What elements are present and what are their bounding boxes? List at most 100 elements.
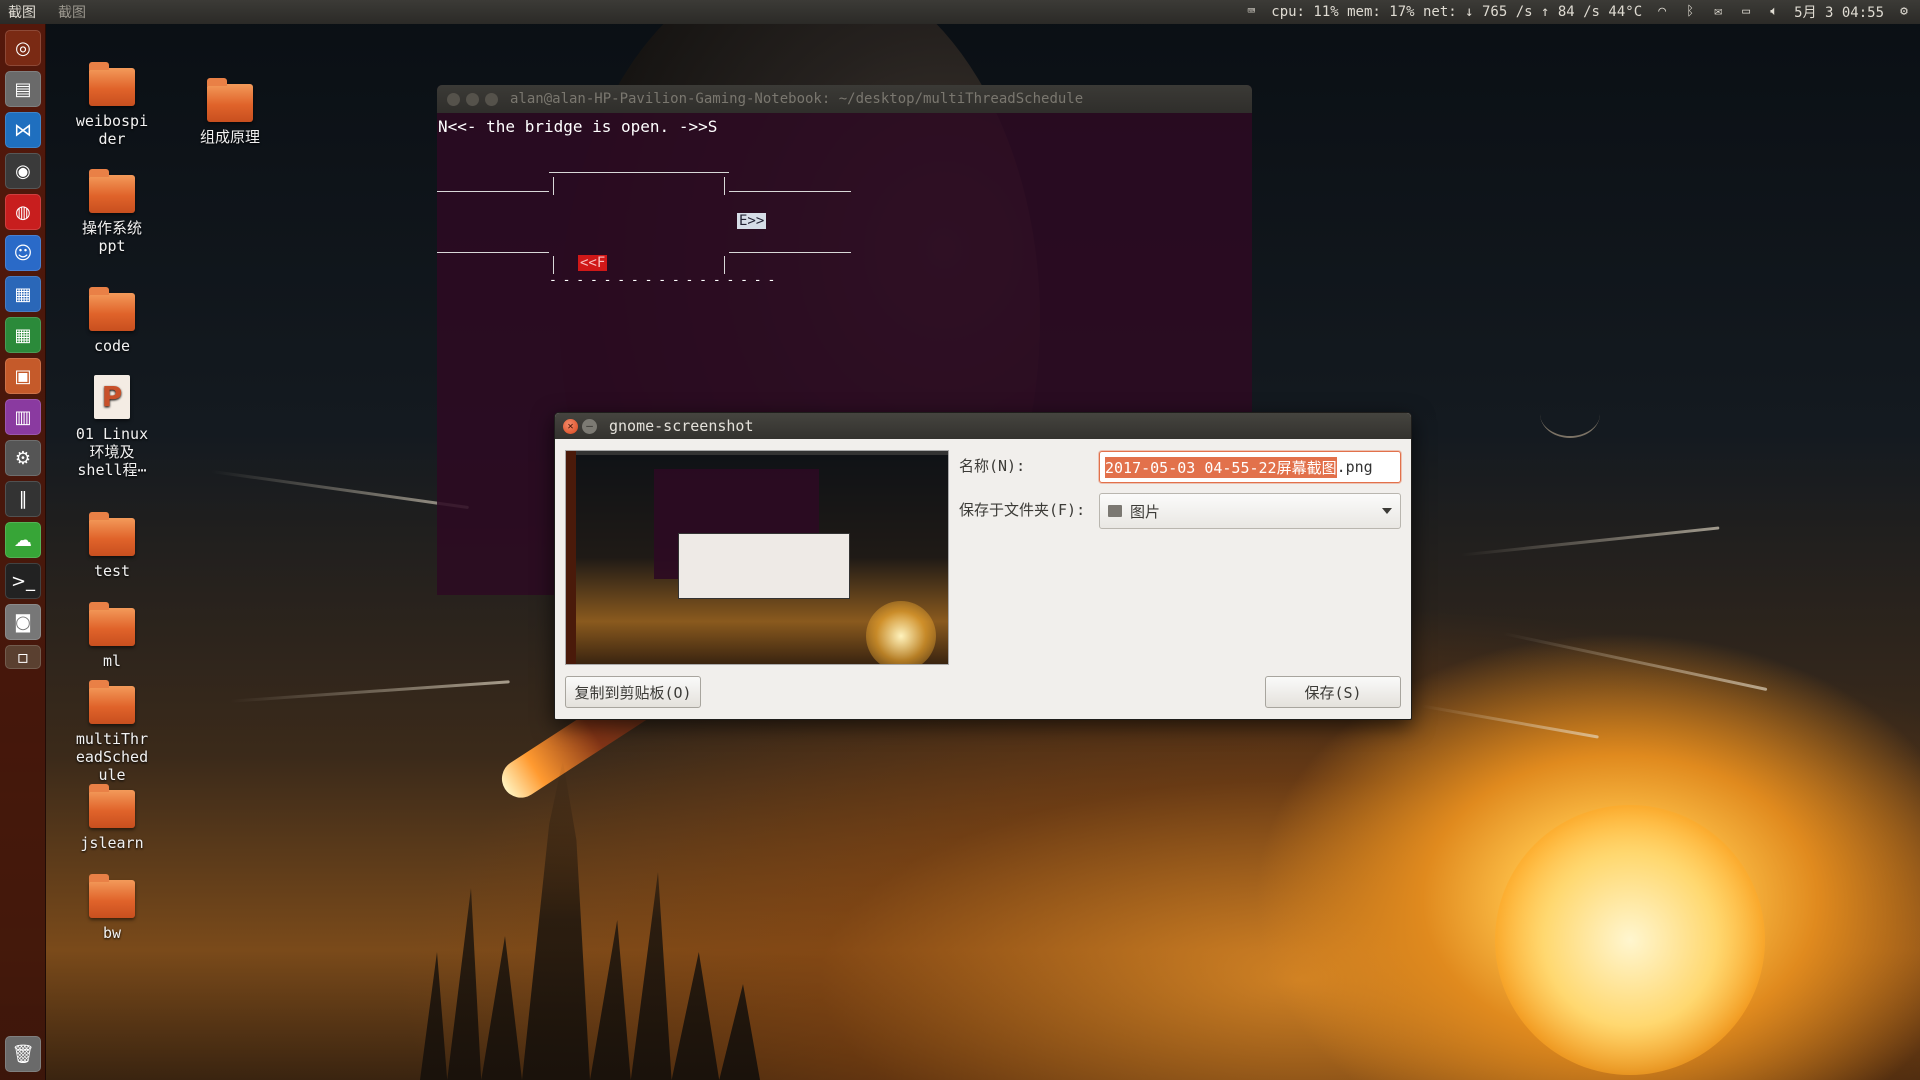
desktop-icon-label: eadSched bbox=[75, 748, 149, 766]
desktop-icon-label: 操作系统 bbox=[81, 219, 142, 237]
wallpaper-streak bbox=[1502, 631, 1768, 692]
desktop-folder-test[interactable]: test bbox=[64, 512, 160, 580]
folder-icon bbox=[89, 287, 135, 331]
top-panel: 截图 截图 ⌨ cpu: 11% mem: 17% net: ↓ 765 /s … bbox=[0, 0, 1920, 24]
terminal-titlebar[interactable]: alan@alan-HP-Pavilion-Gaming-Notebook: ~… bbox=[437, 85, 1252, 113]
desktop-folder-os-ppt[interactable]: 操作系统 ppt bbox=[64, 169, 160, 255]
window-icon[interactable]: ▫ bbox=[5, 645, 41, 669]
mail-icon[interactable]: ✉ bbox=[1710, 4, 1726, 20]
system-monitor-status[interactable]: cpu: 11% mem: 17% net: ↓ 765 /s ↑ 84 /s … bbox=[1271, 4, 1642, 20]
folder-icon bbox=[89, 602, 135, 646]
battery-icon[interactable]: ▭ bbox=[1738, 4, 1754, 20]
desktop-folder-weibospider[interactable]: weibospi der bbox=[64, 62, 160, 148]
road-south-top bbox=[729, 191, 851, 192]
screenshot-preview bbox=[565, 450, 949, 665]
filename-input[interactable]: 2017-05-03 04-55-22屏幕截图 .png bbox=[1099, 451, 1401, 483]
editor-icon[interactable]: ∥ bbox=[5, 481, 41, 517]
wechat-icon[interactable]: ☁ bbox=[5, 522, 41, 558]
writer-icon[interactable]: ▦ bbox=[5, 276, 41, 312]
desktop-folder-ml[interactable]: ml bbox=[64, 602, 160, 670]
preview-dialog bbox=[678, 533, 850, 599]
desktop-icon-label: code bbox=[93, 337, 131, 355]
screenshot-icon[interactable]: ◙ bbox=[5, 604, 41, 640]
desktop-folder-code[interactable]: code bbox=[64, 287, 160, 355]
wallpaper-city bbox=[420, 760, 760, 1080]
vscode-icon[interactable]: ⋈ bbox=[5, 112, 41, 148]
maximize-icon[interactable] bbox=[485, 92, 498, 106]
app-menu-item[interactable]: 截图 bbox=[58, 2, 86, 22]
desktop-folder-principles[interactable]: 组成原理 bbox=[182, 78, 278, 146]
desktop-icon-label: test bbox=[93, 562, 131, 580]
desktop-icon-label: shell程⋯ bbox=[77, 461, 147, 479]
close-icon[interactable]: ✕ bbox=[563, 418, 578, 434]
desktop-icon-label: 组成原理 bbox=[199, 128, 260, 146]
filename-extension: .png bbox=[1336, 458, 1373, 476]
desktop-file-linux-shell[interactable]: P 01 Linux 环境及 shell程⋯ bbox=[64, 375, 160, 479]
copy-to-clipboard-button[interactable]: 复制到剪贴板(O) bbox=[565, 676, 701, 708]
preview-launcher bbox=[566, 451, 576, 664]
trash-icon[interactable]: 🗑︎ bbox=[5, 1036, 41, 1072]
dialog-title: gnome-screenshot bbox=[609, 417, 754, 435]
terminal-icon[interactable]: >_ bbox=[5, 563, 41, 599]
minimize-icon[interactable]: – bbox=[582, 418, 597, 434]
desktop-icon-label: bw bbox=[102, 924, 122, 942]
folder-icon bbox=[89, 512, 135, 556]
folder-dropdown-value: 图片 bbox=[1130, 502, 1161, 521]
active-app-name: 截图 bbox=[8, 5, 36, 21]
folder-dropdown[interactable]: 图片 bbox=[1099, 493, 1401, 529]
bridge-bottom-rail: - - - - - - - - - - - - - - - - - bbox=[549, 273, 775, 288]
desktop-folder-multithreadschedule[interactable]: multiThr eadSched ule bbox=[64, 680, 160, 784]
settings-icon[interactable]: ⚙ bbox=[5, 440, 41, 476]
car-eastbound: E>> bbox=[737, 213, 767, 229]
folder-icon bbox=[89, 680, 135, 724]
dialog-titlebar[interactable]: ✕ – gnome-screenshot bbox=[555, 413, 1411, 439]
wallpaper-sun bbox=[1495, 805, 1765, 1075]
presentation-file-icon: P bbox=[94, 375, 130, 419]
desktop-icon-label: 环境及 bbox=[89, 443, 135, 461]
desktop-folder-bw[interactable]: bw bbox=[64, 874, 160, 942]
save-button[interactable]: 保存(S) bbox=[1265, 676, 1401, 708]
folder-icon bbox=[207, 78, 253, 122]
chrome-icon[interactable]: ◉ bbox=[5, 153, 41, 189]
wallpaper-streak bbox=[230, 680, 510, 703]
preview-topbar bbox=[566, 451, 948, 455]
wallpaper-streak bbox=[1421, 704, 1599, 739]
desktop-icon-label: ppt bbox=[98, 237, 126, 255]
launcher: ◎ ▤ ⋈ ◉ ◍ ☺ ▦ ▦ ▣ ▥ ⚙ ∥ ☁ >_ ◙ ▫ 🗑︎ bbox=[0, 24, 46, 1080]
wallpaper-streak bbox=[1460, 526, 1720, 557]
bridge-post bbox=[724, 256, 725, 274]
terminal-title: alan@alan-HP-Pavilion-Gaming-Notebook: ~… bbox=[510, 91, 1084, 107]
calc-icon[interactable]: ▦ bbox=[5, 317, 41, 353]
desktop-icon-label: multiThr bbox=[75, 730, 149, 748]
bluetooth-icon[interactable]: ᛒ bbox=[1682, 4, 1698, 20]
bridge-post bbox=[553, 256, 554, 274]
close-icon[interactable] bbox=[447, 92, 460, 106]
keyboard-icon[interactable]: ⌨ bbox=[1243, 4, 1259, 20]
software-center-icon[interactable]: ▥ bbox=[5, 399, 41, 435]
bridge-post bbox=[553, 177, 554, 195]
desktop-folder-jslearn[interactable]: jslearn bbox=[64, 784, 160, 852]
wallpaper-moon bbox=[1540, 390, 1600, 438]
desktop-icon-label: ml bbox=[102, 652, 122, 670]
clock[interactable]: 5月 3 04:55 bbox=[1794, 2, 1884, 22]
bridge-post bbox=[724, 177, 725, 195]
folder-icon bbox=[89, 874, 135, 918]
screenshot-dialog[interactable]: ✕ – gnome-screenshot 名称(N): 2017-05-03 0… bbox=[554, 412, 1412, 720]
chevron-down-icon bbox=[1382, 508, 1392, 514]
road-south-bottom bbox=[729, 252, 851, 253]
car-westbound: <<F bbox=[578, 255, 608, 271]
dash-home-icon[interactable]: ◎ bbox=[5, 30, 41, 66]
minimize-icon[interactable] bbox=[466, 92, 479, 106]
folder-icon bbox=[89, 62, 135, 106]
wifi-icon[interactable]: ◠ bbox=[1654, 4, 1670, 20]
filename-selected-text: 2017-05-03 04-55-22屏幕截图 bbox=[1105, 456, 1337, 478]
impress-icon[interactable]: ▣ bbox=[5, 358, 41, 394]
gear-icon[interactable]: ⚙ bbox=[1896, 4, 1912, 20]
preview-sun bbox=[866, 601, 936, 664]
files-icon[interactable]: ▤ bbox=[5, 71, 41, 107]
qq-icon[interactable]: ☺ bbox=[5, 235, 41, 271]
folder-icon bbox=[1108, 505, 1122, 517]
name-label: 名称(N): bbox=[959, 457, 1026, 475]
volume-icon[interactable]: 🔈︎ bbox=[1766, 4, 1782, 20]
netease-music-icon[interactable]: ◍ bbox=[5, 194, 41, 230]
